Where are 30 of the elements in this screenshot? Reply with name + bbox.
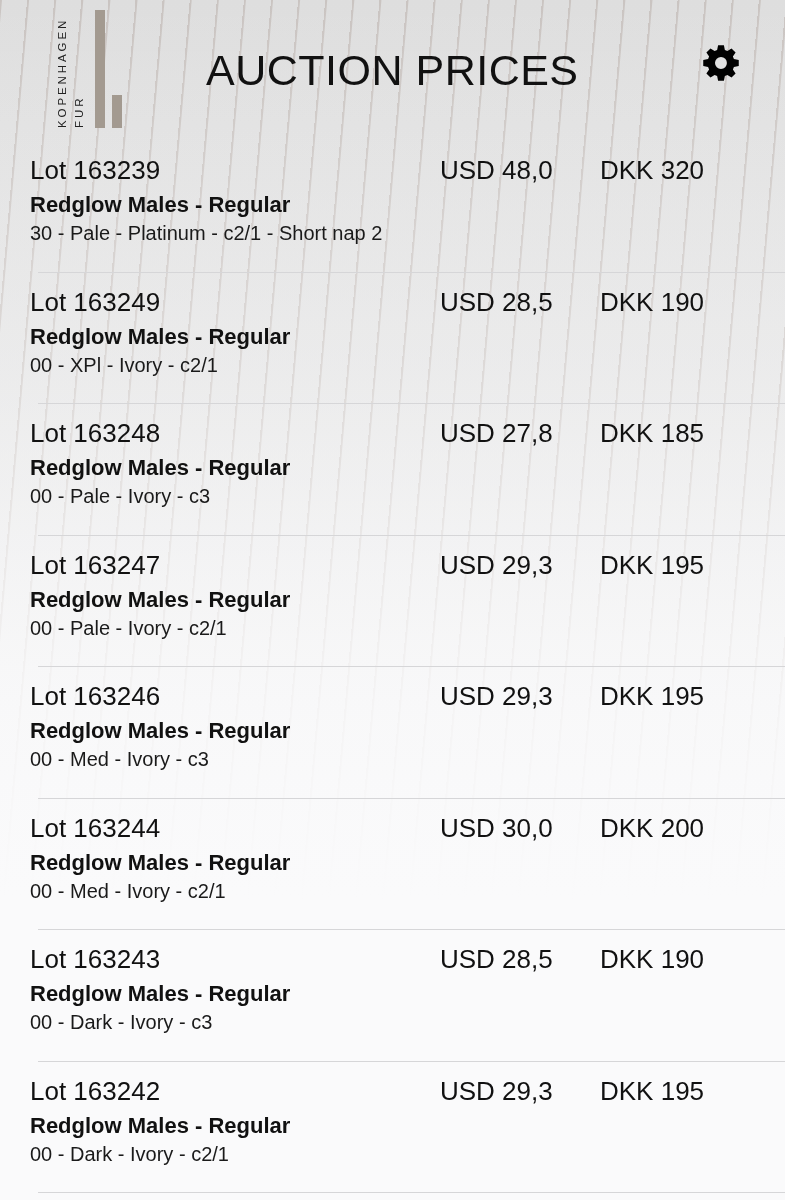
- dkk-price: DKK 190: [600, 943, 705, 975]
- logo-bars-icon: [95, 10, 123, 128]
- dkk-price: DKK 195: [600, 1074, 705, 1107]
- lot-number: Lot 163242: [30, 1074, 161, 1107]
- dkk-price: DKK 195: [600, 548, 705, 581]
- logo-text: FUR: [72, 94, 86, 128]
- usd-price: USD 28,5: [440, 943, 553, 975]
- lot-number: Lot 163247: [30, 548, 161, 581]
- lot-number: Lot 163239: [30, 154, 161, 186]
- dkk-price: DKK 195: [600, 680, 705, 712]
- dkk-price: DKK 185: [600, 417, 705, 449]
- usd-price: USD 29,3: [440, 1074, 553, 1107]
- lot-number: Lot 163249: [30, 285, 161, 318]
- lot-number: Lot 163248: [30, 417, 161, 449]
- dkk-price: DKK 320: [600, 154, 705, 186]
- lot-number: Lot 163244: [30, 811, 161, 844]
- usd-price: USD 30,0: [440, 811, 553, 844]
- usd-price: USD 48,0: [440, 154, 553, 186]
- page-title: AUCTION PRICES: [206, 45, 579, 96]
- logo-text: KOPENHAGEN: [55, 16, 69, 128]
- settings-button[interactable]: [701, 43, 741, 83]
- usd-price: USD 27,8: [440, 417, 553, 449]
- dkk-price: DKK 200: [600, 811, 705, 844]
- dkk-price: DKK 190: [600, 285, 705, 318]
- lot-number: Lot 163246: [30, 680, 161, 712]
- usd-price: USD 29,3: [440, 548, 553, 581]
- usd-price: USD 28,5: [440, 285, 553, 318]
- settings-icon: [701, 43, 741, 83]
- lot-number: Lot 163243: [30, 943, 161, 975]
- usd-price: USD 29,3: [440, 680, 553, 712]
